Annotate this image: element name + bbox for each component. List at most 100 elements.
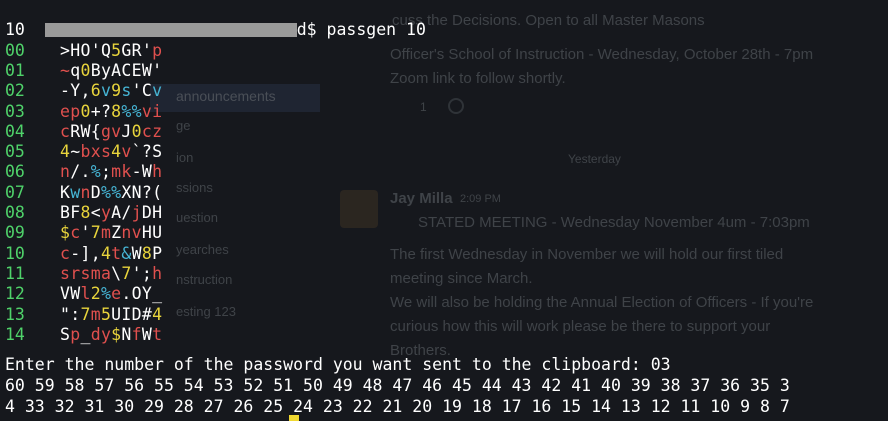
password-char: W: [70, 284, 81, 304]
password-char: v: [141, 101, 153, 121]
password-char: _: [80, 324, 91, 344]
password-char: 7: [90, 223, 101, 243]
password-char: ,: [80, 81, 91, 101]
password-char: H: [152, 203, 163, 222]
password-value[interactable]: cRW{gvJ0cz: [60, 122, 162, 142]
password-char: $: [111, 324, 122, 344]
password-char: A: [111, 60, 122, 80]
password-number: 03: [5, 101, 25, 121]
password-char: +: [90, 101, 101, 121]
password-value[interactable]: 4~bxs4v`?S: [60, 142, 162, 162]
password-char: H: [141, 223, 153, 243]
password-char: b: [80, 142, 91, 162]
password-char: B: [90, 60, 101, 80]
password-value[interactable]: >HO'Q5GR'p: [60, 41, 162, 61]
password-char: c: [60, 121, 71, 141]
password-char: n: [121, 223, 132, 243]
password-char: p: [70, 324, 81, 344]
password-char: W: [141, 324, 153, 344]
password-number: 13: [5, 304, 25, 324]
password-char: 5: [100, 304, 112, 324]
password-char: R: [70, 121, 81, 141]
password-value[interactable]: srsma\7';h: [60, 264, 162, 284]
password-value[interactable]: ":7m5UID#4: [60, 305, 162, 325]
password-char: \: [111, 263, 122, 283]
password-char: 5: [111, 40, 122, 60]
password-char: s: [100, 142, 112, 162]
clipboard-prompt[interactable]: Enter the number of the password you wan…: [5, 355, 671, 375]
password-number: 05: [5, 142, 25, 162]
password-char: `: [131, 142, 142, 162]
password-char: ?: [141, 142, 153, 162]
password-number: 01: [5, 60, 25, 80]
password-char: F: [70, 203, 81, 222]
password-char: 7: [80, 304, 91, 324]
password-char: $: [60, 223, 71, 243]
password-char: i: [152, 101, 163, 121]
password-char: <: [90, 203, 101, 222]
password-char: c: [70, 223, 81, 243]
password-char: ?: [141, 182, 153, 202]
password-char: m: [111, 162, 122, 182]
password-char: 0: [80, 101, 91, 121]
password-char: X: [121, 182, 132, 202]
password-char: {: [90, 121, 101, 141]
password-char: _: [152, 284, 163, 304]
password-char: 2: [90, 284, 101, 304]
password-char: A: [111, 203, 122, 222]
password-char: B: [60, 203, 71, 222]
password-char: O: [131, 284, 142, 304]
password-number: 11: [5, 263, 25, 283]
password-value[interactable]: c-],4t&W8P: [60, 244, 162, 264]
password-char: C: [141, 81, 153, 101]
password-value[interactable]: -Y,6v9s'Cv: [60, 81, 162, 101]
password-char: ]: [80, 243, 91, 263]
password-char: W: [131, 243, 142, 263]
password-char: n: [60, 162, 71, 182]
password-char: q: [70, 60, 81, 80]
password-char: e: [60, 101, 71, 121]
password-count: 10: [5, 20, 25, 40]
password-value[interactable]: VWl2%e.OY_: [60, 284, 162, 304]
password-char: ?: [100, 101, 112, 121]
password-char: ': [131, 81, 142, 101]
countdown-line-1: 60 59 58 57 56 55 54 53 52 51 50 49 48 4…: [5, 376, 790, 395]
password-value[interactable]: ~q0ByACEW': [60, 61, 162, 81]
password-char: -: [131, 162, 142, 182]
password-char: &: [121, 243, 132, 263]
password-char: ;: [100, 162, 112, 182]
password-char: %: [121, 101, 132, 121]
text-cursor: [289, 415, 299, 421]
password-char: v: [100, 81, 112, 101]
password-value[interactable]: n/.%;mk-Wh: [60, 162, 162, 182]
password-number: 04: [5, 121, 25, 141]
password-value[interactable]: Sp_dy$NfWt: [60, 325, 162, 345]
password-number: 02: [5, 81, 25, 101]
password-value[interactable]: $c'7mZnvHU: [60, 223, 162, 243]
password-char: K: [60, 182, 71, 202]
password-char: P: [152, 243, 163, 263]
password-char: 4: [60, 142, 71, 162]
password-char: ': [90, 40, 101, 60]
password-value[interactable]: BF8<yA/jDH: [60, 203, 162, 223]
password-value[interactable]: KwnD%%XN?(: [60, 183, 162, 203]
password-char: W: [141, 60, 153, 80]
password-char: f: [131, 324, 142, 344]
password-char: :: [70, 304, 81, 324]
terminal-window[interactable]: d$ passgen 10 10 00 >HO'Q5GR'p 01 ~q0ByACEW…: [0, 0, 888, 421]
password-char: 9: [111, 81, 122, 101]
password-char: >: [60, 40, 71, 60]
password-char: .: [80, 162, 91, 182]
password-char: 4: [111, 142, 122, 162]
password-char: C: [121, 60, 132, 80]
password-char: c: [141, 121, 153, 141]
password-number: 14: [5, 324, 25, 344]
password-char: x: [90, 142, 101, 162]
password-char: 0: [80, 60, 91, 80]
password-char: m: [90, 304, 101, 324]
password-char: %: [100, 284, 112, 304]
password-value[interactable]: ep0+?8%%vi: [60, 102, 162, 122]
password-char: v: [152, 81, 163, 101]
password-char: 8: [111, 101, 122, 121]
password-char: d: [90, 324, 101, 344]
